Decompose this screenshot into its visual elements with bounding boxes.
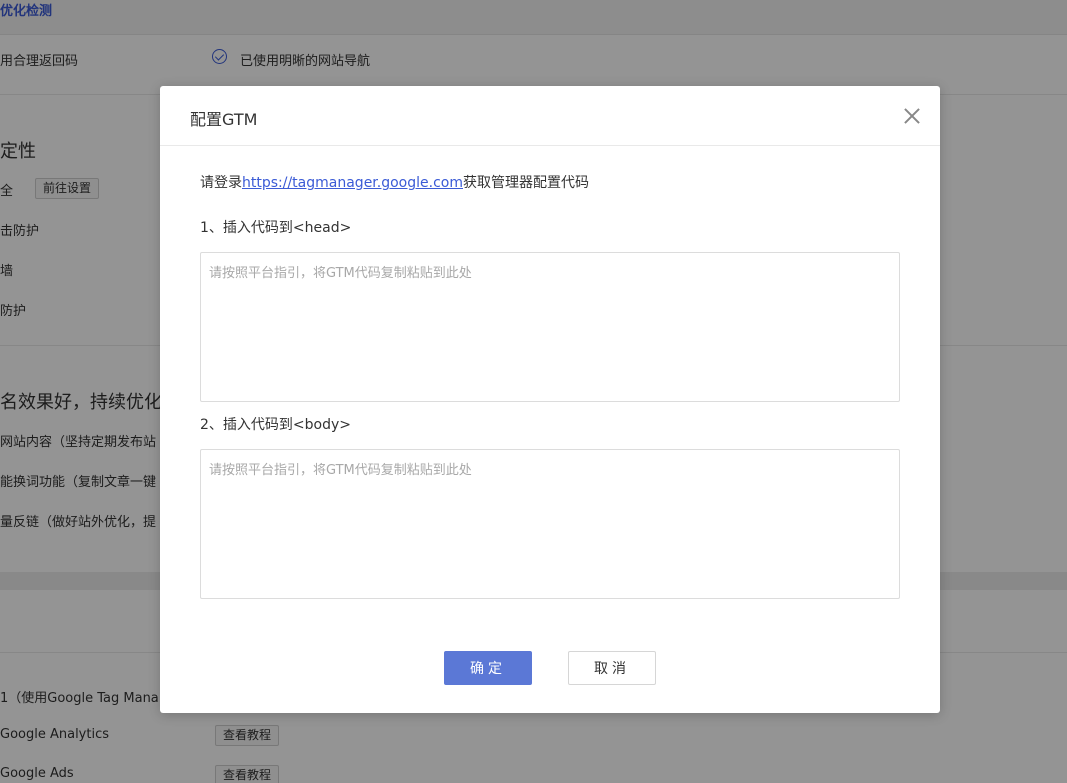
cancel-button[interactable]: 取消 [568,651,656,685]
dialog-title: 配置GTM [190,110,258,129]
dialog-header: 配置GTM [160,86,940,146]
tagmanager-link[interactable]: https://tagmanager.google.com [242,175,463,191]
close-icon[interactable] [902,106,922,126]
intro-prefix: 请登录 [200,175,242,191]
body-code-label: 2、插入代码到<body> [200,417,351,433]
head-code-input[interactable] [200,252,900,402]
intro-text: 请登录https://tagmanager.google.com获取管理器配置代… [200,172,589,192]
body-code-input[interactable] [200,449,900,599]
confirm-button[interactable]: 确定 [444,651,532,685]
head-code-label: 1、插入代码到<head> [200,220,352,236]
intro-suffix: 获取管理器配置代码 [463,175,589,191]
gtm-config-dialog: 配置GTM 请登录https://tagmanager.google.com获取… [160,86,940,713]
